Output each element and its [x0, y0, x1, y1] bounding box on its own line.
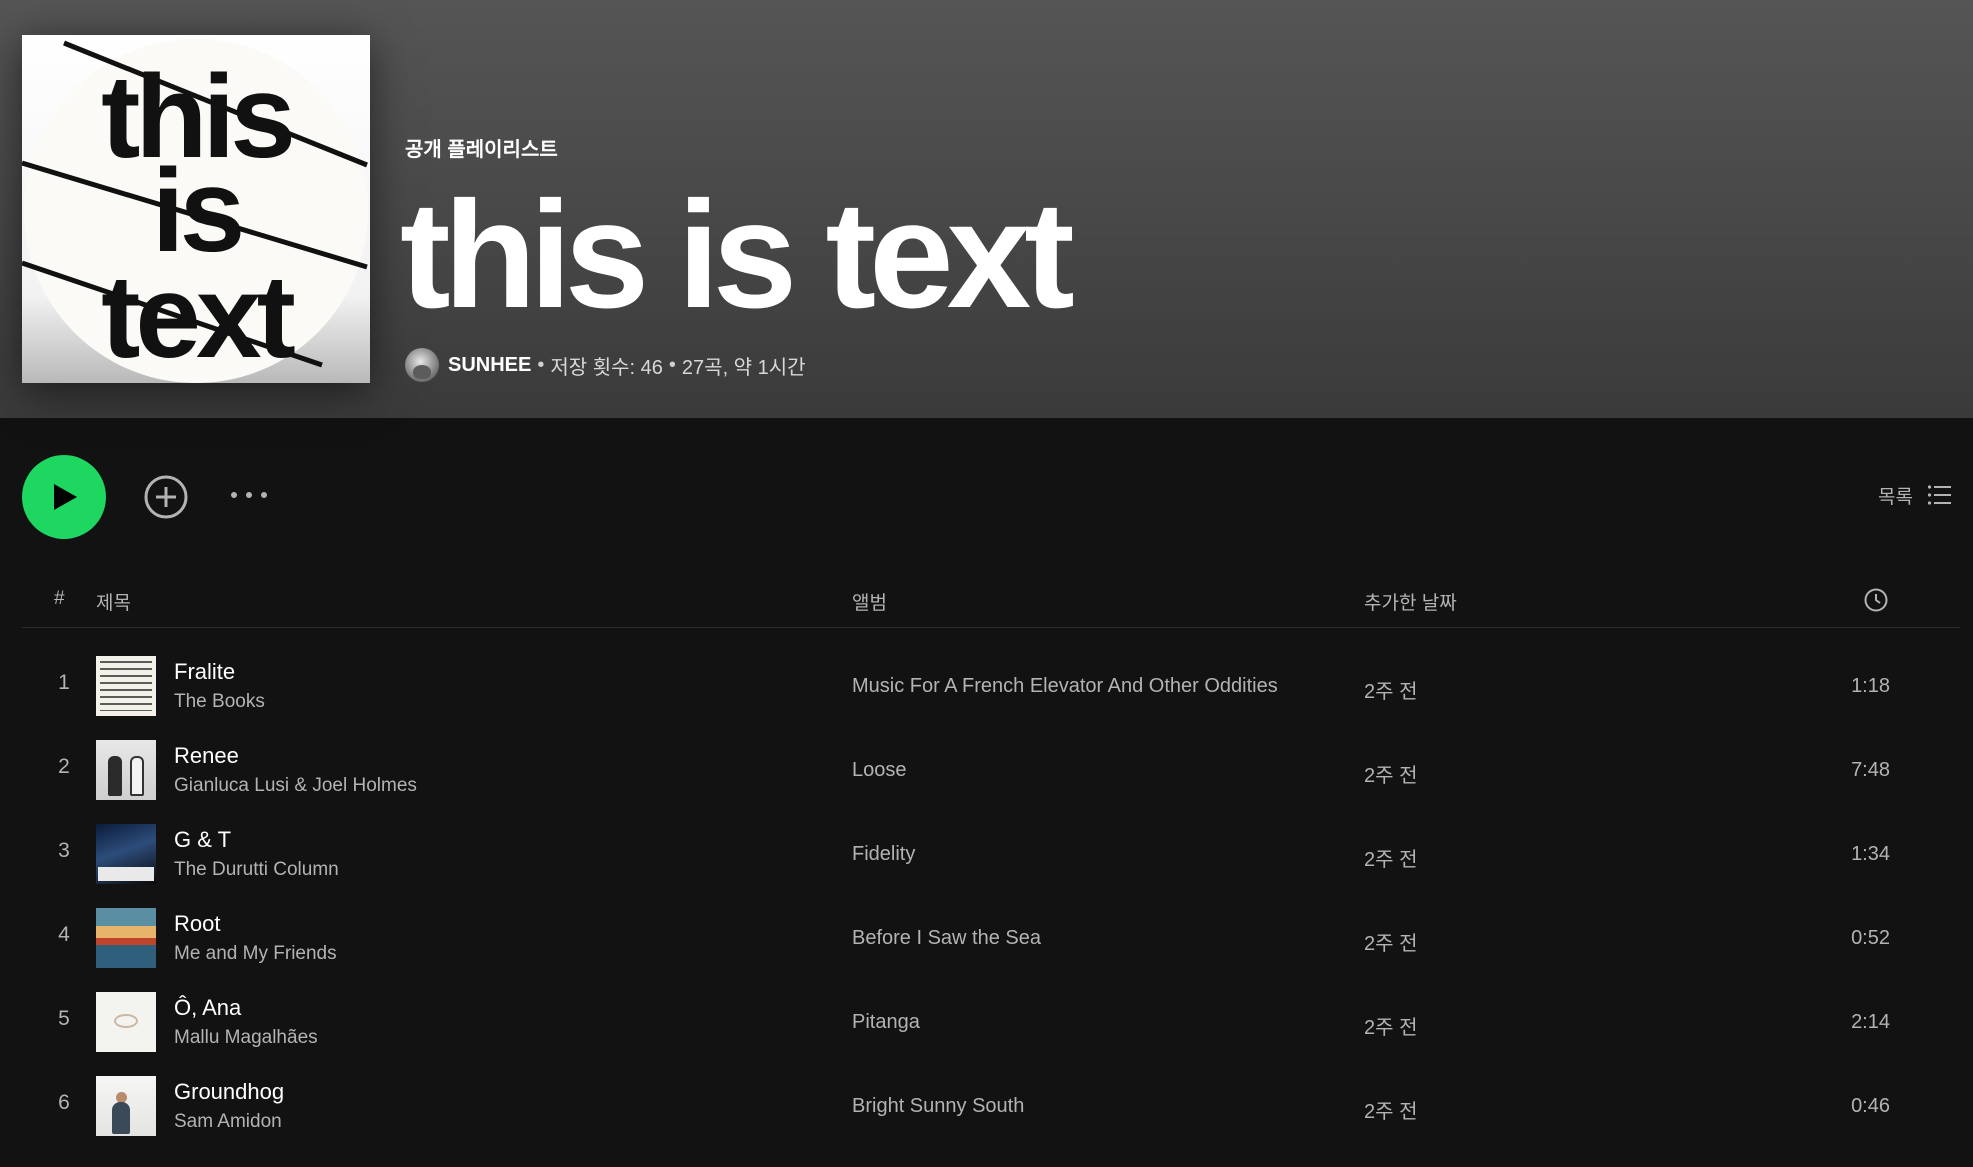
column-duration[interactable]	[1863, 587, 1889, 619]
owner-avatar[interactable]	[405, 348, 439, 382]
track-artist[interactable]: The Durutti Column	[174, 859, 339, 881]
track-summary: 27곡, 약 1시간	[681, 356, 806, 379]
owner-name[interactable]: SUNHEE	[448, 354, 531, 377]
track-table: # 제목 앨범 추가한 날짜 1 Fralite The Books Music…	[22, 578, 1960, 1148]
track-album[interactable]: Pitanga	[852, 1011, 920, 1034]
playlist-meta: SUNHEE • 저장 횟수: 46 • 27곡, 약 1시간	[405, 347, 806, 383]
cover-art: this is text	[22, 39, 368, 383]
track-title[interactable]: G & T	[174, 827, 231, 853]
track-album[interactable]: Bright Sunny South	[852, 1095, 1024, 1118]
track-album[interactable]: Before I Saw the Sea	[852, 927, 1041, 950]
track-duration: 1:34	[1851, 843, 1890, 865]
track-date-added: 2주 전	[1364, 1101, 1418, 1123]
track-number: 1	[58, 671, 70, 694]
table-header: # 제목 앨범 추가한 날짜	[22, 578, 1960, 628]
track-album[interactable]: Music For A French Elevator And Other Od…	[852, 675, 1278, 698]
album-art	[96, 740, 156, 800]
album-art	[96, 992, 156, 1052]
album-art	[96, 908, 156, 968]
add-to-library-button[interactable]	[143, 474, 189, 520]
ellipsis-icon	[231, 492, 267, 498]
save-count: 저장 횟수: 46	[550, 356, 663, 379]
play-icon	[54, 484, 77, 510]
track-artist[interactable]: Mallu Magalhães	[174, 1027, 318, 1049]
track-album[interactable]: Fidelity	[852, 843, 915, 866]
track-list: 1 Fralite The Books Music For A French E…	[22, 628, 1960, 1148]
track-number: 3	[58, 839, 70, 862]
track-artist[interactable]: Gianluca Lusi & Joel Holmes	[174, 775, 417, 797]
track-title[interactable]: Root	[174, 911, 220, 937]
track-artist[interactable]: The Books	[174, 691, 265, 713]
album-art	[96, 1076, 156, 1136]
track-date-added: 2주 전	[1364, 681, 1418, 703]
more-options-button[interactable]	[226, 480, 272, 510]
track-duration: 0:52	[1851, 927, 1890, 949]
playlist-title[interactable]: this is text	[400, 170, 1075, 340]
playlist-header: this is text 공개 플레이리스트 this is text SUNH…	[0, 0, 1973, 418]
view-mode-toggle[interactable]: 목록	[1878, 480, 1951, 510]
track-artist[interactable]: Me and My Friends	[174, 943, 337, 965]
track-date-added: 2주 전	[1364, 933, 1418, 955]
track-date-added: 2주 전	[1364, 1017, 1418, 1039]
track-duration: 1:18	[1851, 675, 1890, 697]
track-number: 4	[58, 923, 70, 946]
table-row[interactable]: 6 Groundhog Sam Amidon Bright Sunny Sout…	[22, 1064, 1960, 1148]
album-art	[96, 656, 156, 716]
track-duration: 7:48	[1851, 759, 1890, 781]
plus-circle-icon	[144, 475, 188, 519]
track-number: 2	[58, 755, 70, 778]
column-date-added[interactable]: 추가한 날짜	[1364, 588, 1457, 615]
track-album[interactable]: Loose	[852, 759, 907, 782]
track-date-added: 2주 전	[1364, 765, 1418, 787]
album-art	[96, 824, 156, 884]
table-row[interactable]: 3 G & T The Durutti Column Fidelity 2주 전…	[22, 812, 1960, 896]
meta-separator: •	[668, 353, 676, 376]
play-button[interactable]	[22, 455, 106, 539]
track-number: 6	[58, 1091, 70, 1114]
track-date-added: 2주 전	[1364, 849, 1418, 871]
view-mode-label: 목록	[1878, 486, 1913, 508]
table-row[interactable]: 1 Fralite The Books Music For A French E…	[22, 644, 1960, 728]
column-album[interactable]: 앨범	[852, 588, 887, 615]
list-icon	[1927, 485, 1951, 505]
column-number: #	[54, 588, 65, 609]
column-title[interactable]: 제목	[96, 588, 131, 615]
track-title[interactable]: Groundhog	[174, 1079, 284, 1105]
track-duration: 0:46	[1851, 1095, 1890, 1117]
clock-icon	[1864, 588, 1888, 612]
table-row[interactable]: 4 Root Me and My Friends Before I Saw th…	[22, 896, 1960, 980]
meta-separator: •	[537, 353, 545, 376]
track-number: 5	[58, 1007, 70, 1030]
track-title[interactable]: Ô, Ana	[174, 995, 241, 1021]
track-artist[interactable]: Sam Amidon	[174, 1111, 282, 1133]
track-title[interactable]: Fralite	[174, 659, 235, 685]
playlist-cover[interactable]: this is text	[22, 35, 370, 383]
table-row[interactable]: 2 Renee Gianluca Lusi & Joel Holmes Loos…	[22, 728, 1960, 812]
playlist-type-label: 공개 플레이리스트	[405, 139, 558, 161]
track-duration: 2:14	[1851, 1011, 1890, 1033]
action-bar: 목록	[0, 418, 1973, 578]
track-title[interactable]: Renee	[174, 743, 239, 769]
table-row[interactable]: 5 Ô, Ana Mallu Magalhães Pitanga 2주 전 2:…	[22, 980, 1960, 1064]
cover-word-3: text	[101, 251, 295, 383]
